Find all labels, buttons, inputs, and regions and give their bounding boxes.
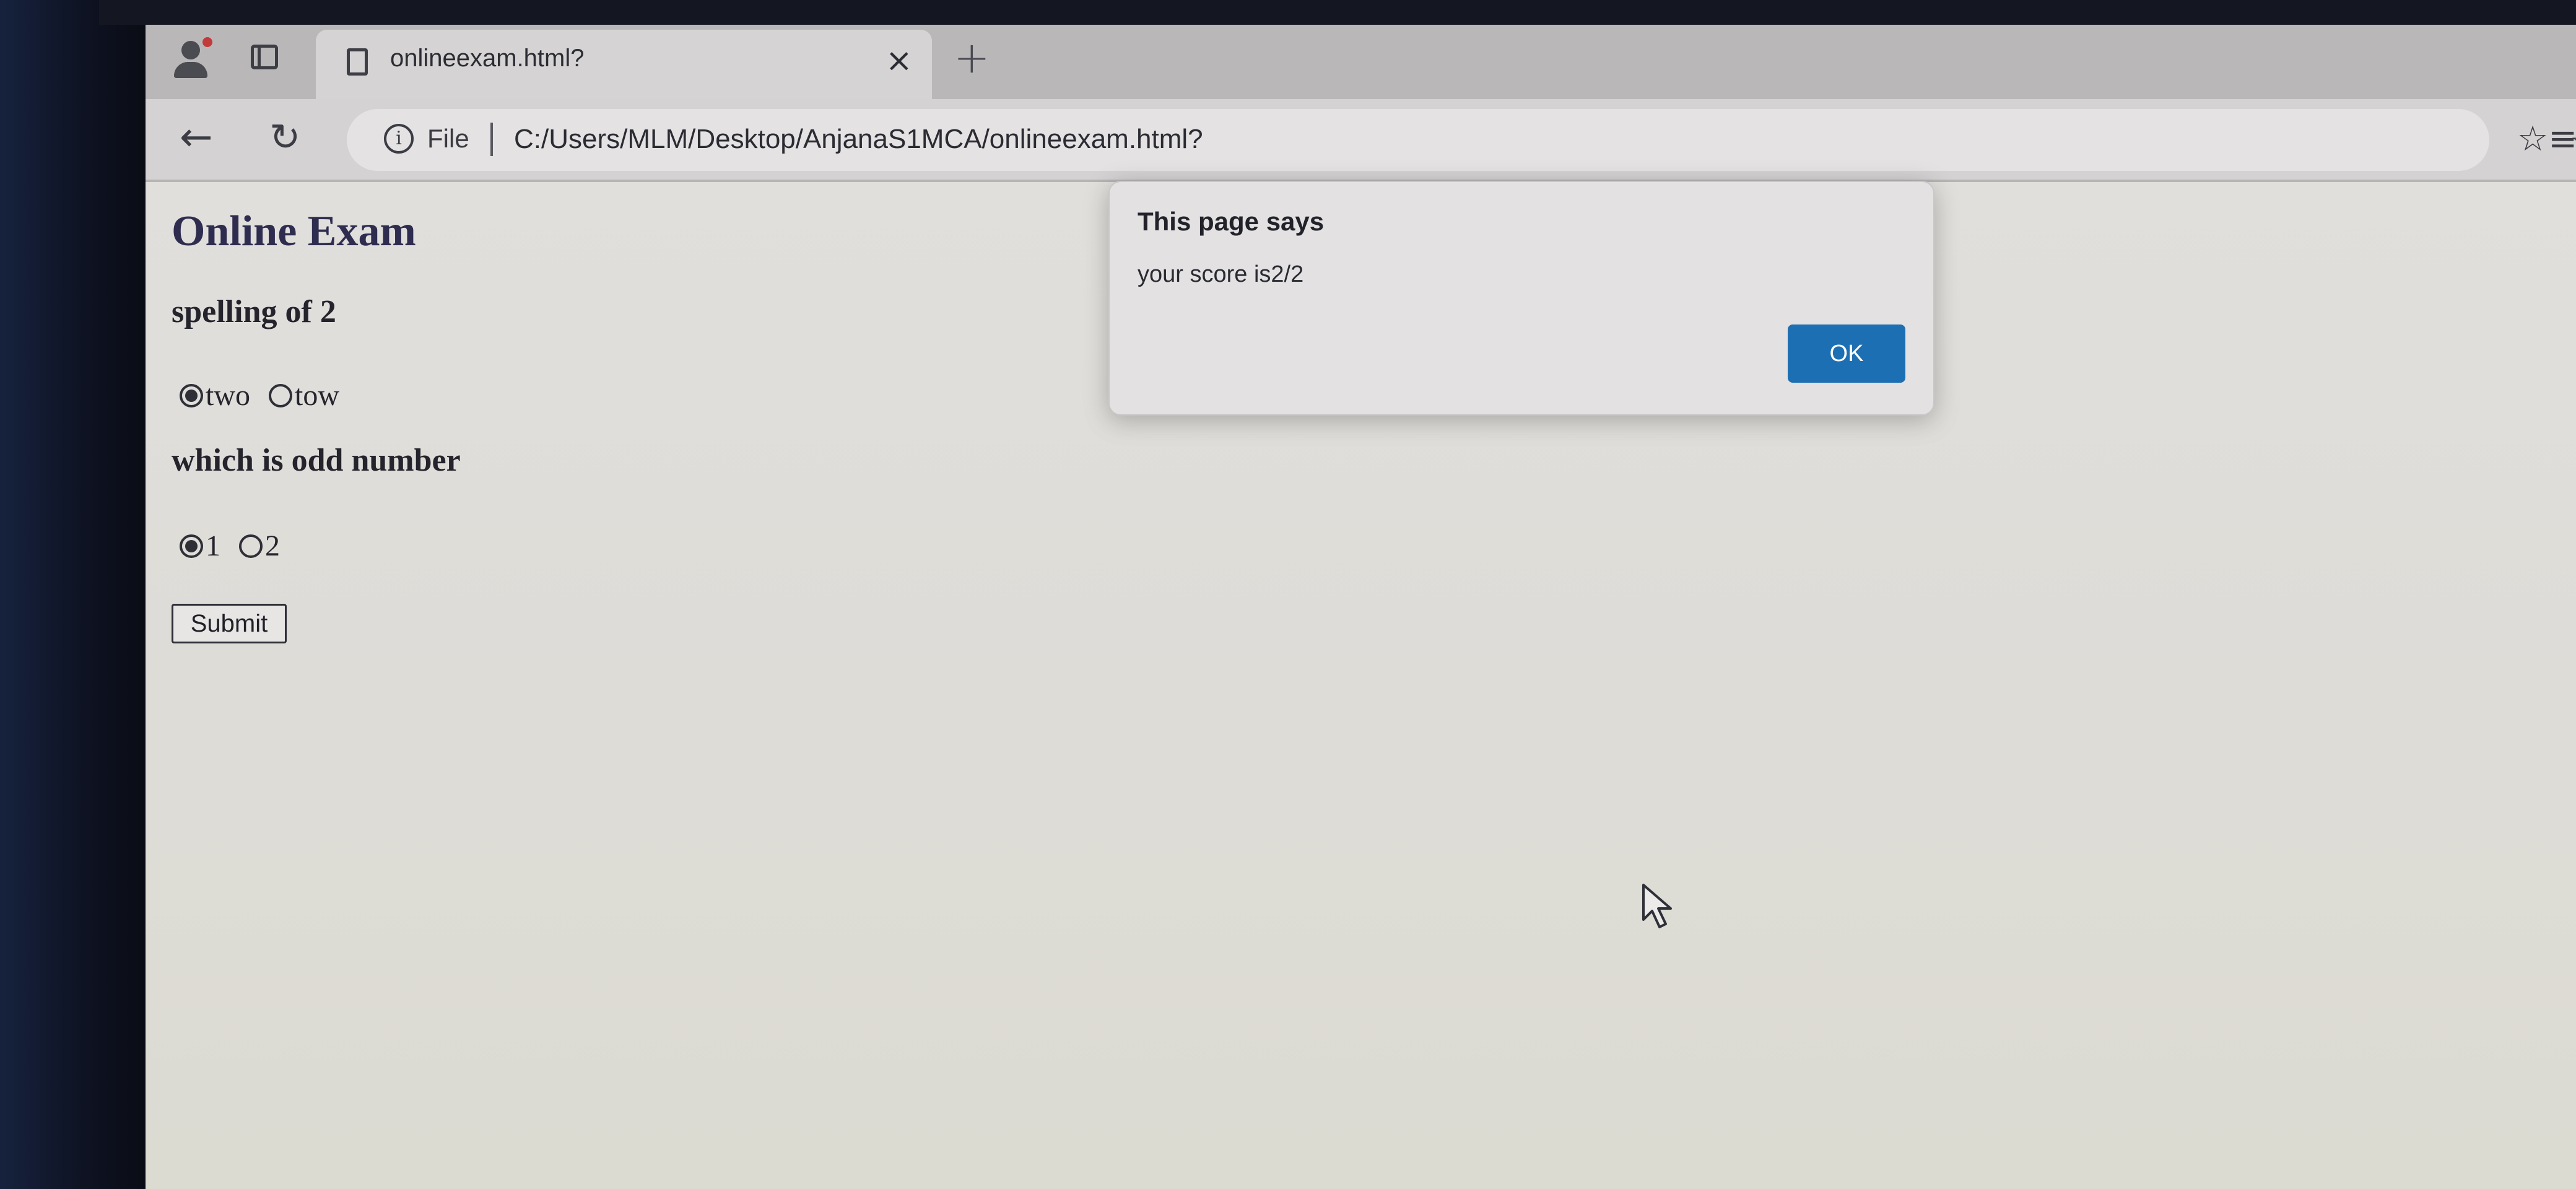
alert-message: your score is2/2 <box>1138 261 1304 287</box>
address-bar[interactable]: i File C:/Users/MLM/Desktop/AnjanaS1MCA/… <box>347 109 2576 171</box>
favorites-icon[interactable]: ☆≡ <box>2517 119 2576 159</box>
question-1-text: spelling of 2 <box>172 294 336 329</box>
info-icon[interactable]: i <box>384 124 414 154</box>
scheme-label: File <box>427 124 469 153</box>
tab-actions-icon[interactable] <box>251 45 278 69</box>
tab-strip: onlineexam.html? × + <box>146 25 2576 111</box>
mouse-pointer-shape <box>1642 884 1672 928</box>
close-icon[interactable]: × <box>886 42 913 79</box>
toolbar: ← ↻ i File C:/Users/MLM/Desktop/AnjanaS1… <box>146 99 2576 180</box>
submit-button[interactable]: Submit <box>172 604 287 643</box>
monitor-bezel-top <box>99 0 2576 25</box>
radio-1[interactable] <box>180 534 203 558</box>
radio-1-label[interactable]: 1 <box>206 529 220 563</box>
radio-2-label[interactable]: 2 <box>265 529 280 563</box>
question-1-options: two tow <box>180 378 358 412</box>
alert-dialog: This page says your score is2/2 OK <box>1108 181 1934 416</box>
plus-icon[interactable]: + <box>954 36 990 79</box>
back-arrow-icon[interactable]: ← <box>180 118 213 157</box>
radio-tow[interactable] <box>269 383 292 407</box>
radio-two-label[interactable]: two <box>206 378 250 412</box>
alert-title: This page says <box>1138 207 1325 236</box>
radio-2[interactable] <box>239 534 263 558</box>
question-2-text: which is odd number <box>172 443 461 478</box>
profile-icon[interactable] <box>170 37 214 81</box>
ok-button[interactable]: OK <box>1788 324 1905 383</box>
address-separator <box>490 123 493 156</box>
question-2-options: 1 2 <box>180 529 298 563</box>
profile-body <box>174 62 207 78</box>
reload-icon[interactable]: ↻ <box>269 118 300 157</box>
radio-two[interactable] <box>180 383 203 407</box>
file-icon <box>347 48 368 76</box>
url-text[interactable]: C:/Users/MLM/Desktop/AnjanaS1MCA/onlinee… <box>514 124 1203 155</box>
tab-title: onlineexam.html? <box>390 45 585 72</box>
profile-notification-dot <box>202 37 212 47</box>
radio-tow-label[interactable]: tow <box>295 378 339 412</box>
profile-head <box>181 41 200 59</box>
page-title: Online Exam <box>172 207 416 255</box>
